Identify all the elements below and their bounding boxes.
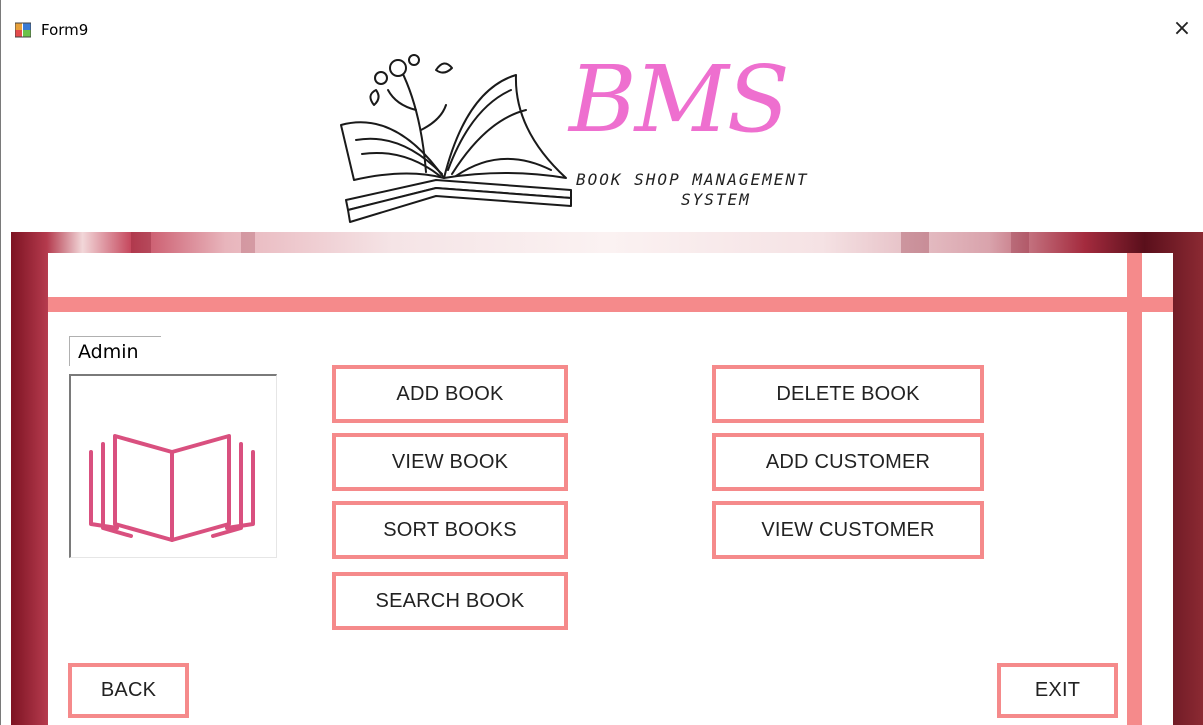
logo-subtitle-line1: BOOK SHOP MANAGEMENT	[576, 170, 809, 189]
close-icon[interactable]: ×	[1167, 14, 1197, 44]
add-book-button[interactable]: ADD BOOK	[332, 365, 568, 423]
view-customer-button[interactable]: VIEW CUSTOMER	[712, 501, 984, 559]
user-picture	[69, 374, 277, 558]
view-book-button[interactable]: VIEW BOOK	[332, 433, 568, 491]
add-customer-button[interactable]: ADD CUSTOMER	[712, 433, 984, 491]
sort-books-button[interactable]: SORT BOOKS	[332, 501, 568, 559]
logo-subtitle-line2: SYSTEM	[681, 190, 751, 209]
open-book-illustration-icon	[340, 54, 572, 223]
title-bar: Form9 ×	[1, 0, 1203, 41]
open-book-icon	[89, 434, 255, 542]
user-role-label: Admin	[69, 336, 161, 366]
search-book-button[interactable]: SEARCH BOOK	[332, 572, 568, 630]
bms-logo: BMS BOOK SHOP MANAGEMENT SYSTEM	[326, 50, 886, 230]
delete-book-button[interactable]: DELETE BOOK	[712, 365, 984, 423]
vertical-divider	[1127, 253, 1142, 725]
logo-brand-text: BMS	[569, 46, 790, 153]
back-button[interactable]: BACK	[68, 663, 189, 718]
form-app-icon	[14, 22, 32, 38]
horizontal-divider	[48, 297, 1173, 312]
exit-button[interactable]: EXIT	[997, 663, 1118, 718]
window-title: Form9	[41, 21, 89, 39]
form-window: Form9 × BMS BOOK SHOP MANAGEMENT SYSTEM …	[0, 0, 1203, 725]
